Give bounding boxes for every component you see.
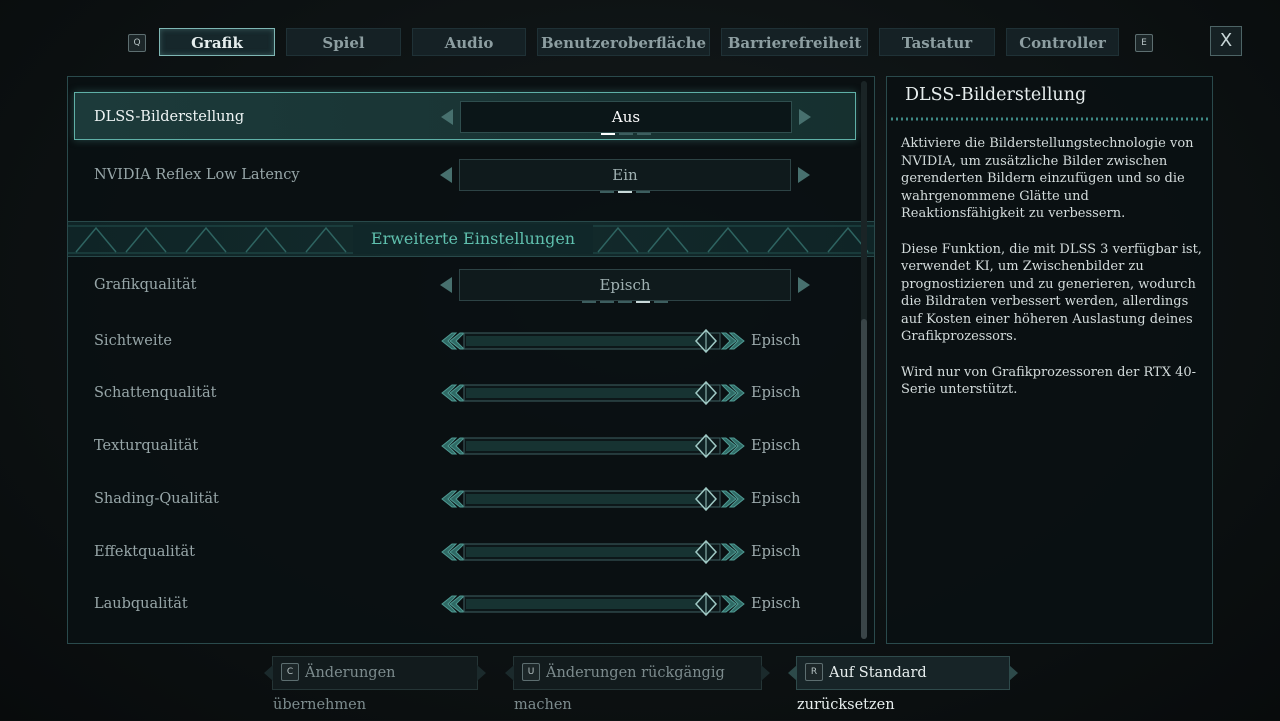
slider-graphic [441, 328, 745, 354]
settings-panel: DLSS-Bilderstellung Aus NVIDIA Reflex Lo… [67, 76, 875, 644]
setting-row-effect-quality[interactable]: Effektqualität Episch [74, 528, 856, 576]
slider-value: Episch [751, 333, 801, 349]
setting-row-foliage-quality[interactable]: Laubqualität Episch [74, 580, 856, 628]
option-indicator [460, 301, 790, 303]
slider-value: Episch [751, 596, 801, 612]
option-dot [600, 191, 614, 193]
option-dot [636, 191, 650, 193]
setting-label: Schattenqualität [94, 385, 217, 401]
slider-graphic [441, 433, 745, 459]
slider-graphic [441, 486, 745, 512]
setting-label: Effektqualität [94, 544, 195, 560]
option-dot [654, 301, 668, 303]
setting-row-shading-quality[interactable]: Shading-Qualität Episch [74, 475, 856, 523]
setting-label: Laubqualität [94, 596, 188, 612]
option-dot [637, 133, 651, 135]
arrow-left-icon[interactable] [441, 109, 453, 125]
slider-graphic [441, 591, 745, 617]
option-selector[interactable]: Episch [459, 269, 791, 303]
arrow-right-icon[interactable] [799, 109, 811, 125]
option-dot [582, 301, 596, 303]
tab-barrierefreiheit[interactable]: Barrierefreiheit [721, 28, 868, 56]
setting-row-shadow-quality[interactable]: Schattenqualität Episch [74, 369, 856, 417]
setting-label: Grafikqualität [94, 277, 197, 293]
setting-label: DLSS-Bilderstellung [94, 109, 245, 125]
option-dot [619, 133, 633, 135]
top-tab-bar: Q Grafik Spiel Audio Benutzeroberfläche … [0, 26, 1280, 60]
key-hint-u: U [522, 663, 540, 681]
setting-row-dlss[interactable]: DLSS-Bilderstellung Aus [74, 92, 856, 140]
quality-slider[interactable] [440, 486, 746, 512]
option-indicator [461, 133, 791, 135]
arrow-left-icon[interactable] [440, 167, 452, 183]
slider-value: Episch [751, 438, 801, 454]
arrow-right-icon[interactable] [798, 277, 810, 293]
key-hint-c: C [281, 663, 299, 681]
selector-value: Ein [612, 166, 638, 184]
section-header-advanced: Erweiterte Einstellungen [68, 221, 874, 257]
selector-value: Episch [599, 276, 651, 294]
setting-label: Texturqualität [94, 438, 199, 454]
slider-value: Episch [751, 491, 801, 507]
undo-changes-button[interactable]: U Änderungen rückgängig machen [505, 656, 770, 713]
slider-value: Episch [751, 385, 801, 401]
tab-grafik[interactable]: Grafik [159, 28, 275, 56]
button-label: Änderungen rückgängig machen [514, 665, 725, 713]
description-body: Aktiviere die Bilderstellungstechnologie… [901, 135, 1203, 417]
tab-spiel[interactable]: Spiel [286, 28, 401, 56]
quality-slider[interactable] [440, 591, 746, 617]
next-tab-key-hint[interactable]: E [1135, 34, 1153, 52]
option-dot [636, 301, 650, 303]
tab-audio[interactable]: Audio [412, 28, 526, 56]
tab-benutzeroberflaeche[interactable]: Benutzeroberfläche [537, 28, 710, 56]
description-paragraph: Aktiviere die Bilderstellungstechnologie… [901, 136, 1194, 221]
setting-row-texture-quality[interactable]: Texturqualität Episch [74, 422, 856, 470]
description-paragraph: Diese Funktion, die mit DLSS 3 verfügbar… [901, 241, 1202, 345]
quality-slider[interactable] [440, 328, 746, 354]
quality-slider[interactable] [440, 380, 746, 406]
option-dot [600, 301, 614, 303]
option-dot [618, 191, 632, 193]
arrow-right-icon[interactable] [798, 167, 810, 183]
close-button[interactable]: X [1210, 26, 1242, 56]
setting-row-reflex[interactable]: NVIDIA Reflex Low Latency Ein [74, 151, 856, 199]
tab-tastatur[interactable]: Tastatur [879, 28, 995, 56]
option-selector[interactable]: Ein [459, 159, 791, 193]
slider-graphic [441, 539, 745, 565]
scrollbar-thumb[interactable] [861, 319, 867, 639]
setting-row-view-distance[interactable]: Sichtweite Episch [74, 317, 856, 365]
option-dot [601, 133, 615, 135]
quality-slider[interactable] [440, 539, 746, 565]
section-title: Erweiterte Einstellungen [353, 224, 593, 254]
option-dot [618, 301, 632, 303]
description-paragraph: Wird nur von Grafikprozessoren der RTX 4… [901, 364, 1197, 398]
arrow-left-icon[interactable] [440, 277, 452, 293]
quality-slider[interactable] [440, 433, 746, 459]
slider-value: Episch [751, 544, 801, 560]
setting-label: Sichtweite [94, 333, 172, 349]
apply-changes-button[interactable]: C Änderungen übernehmen [264, 656, 486, 713]
setting-label: Shading-Qualität [94, 491, 219, 507]
key-hint-r: R [805, 663, 823, 681]
setting-row-graphics-quality[interactable]: Grafikqualität Episch [74, 261, 856, 309]
description-title: DLSS-Bilderstellung [905, 85, 1087, 105]
setting-label: NVIDIA Reflex Low Latency [94, 167, 300, 183]
selector-value: Aus [611, 108, 641, 126]
description-panel: DLSS-Bilderstellung Aktiviere die Bilder… [886, 76, 1213, 644]
tab-controller[interactable]: Controller [1006, 28, 1119, 56]
option-selector[interactable]: Aus [460, 101, 792, 135]
reset-to-default-button[interactable]: R Auf Standard zurücksetzen [788, 656, 1018, 713]
prev-tab-key-hint[interactable]: Q [128, 34, 146, 52]
slider-graphic [441, 380, 745, 406]
option-indicator [460, 191, 790, 193]
title-divider [891, 117, 1208, 121]
